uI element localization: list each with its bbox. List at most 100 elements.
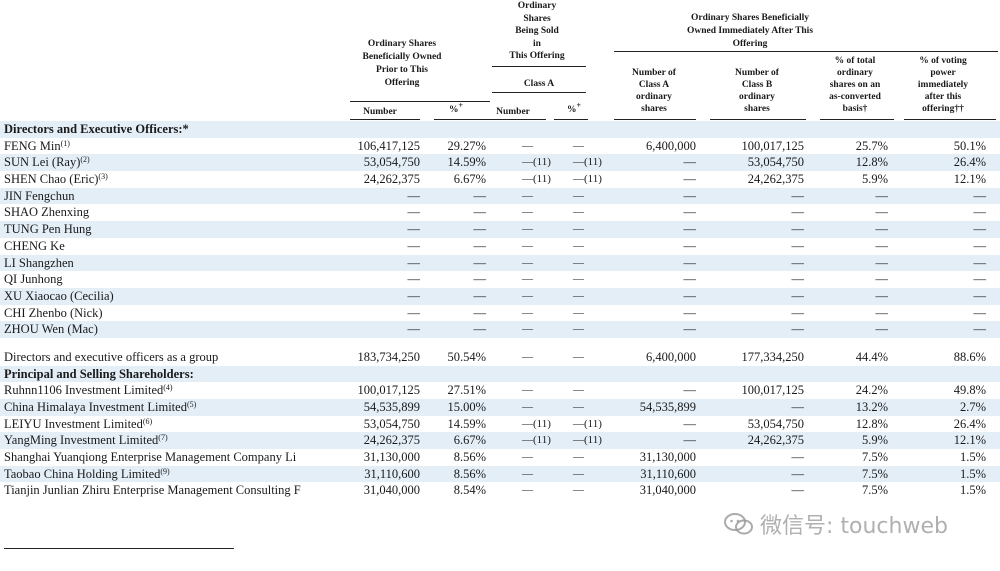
- cell-class-a: —: [683, 383, 697, 398]
- footnote-ref: (3): [98, 172, 108, 182]
- subheader-pct-total-line: shares on an: [829, 80, 881, 90]
- holder-name: Principal and Selling Shareholders:: [4, 366, 194, 381]
- cell-pct-total: 5.9%: [861, 172, 888, 187]
- cell-class-b: 100,017,125: [741, 383, 805, 398]
- holder-name: SHEN Chao (Eric)(3): [4, 172, 108, 187]
- subheader-pct-voting-line: power: [930, 68, 956, 78]
- cell-pct-total: 12.8%: [855, 155, 888, 170]
- header-after-offering: Ordinary Shares Beneficially Owned Immedi…: [640, 12, 860, 51]
- footnote-text: [4, 563, 994, 571]
- cell-pct-voting: —: [973, 272, 987, 287]
- cell-class-a: —: [683, 288, 697, 303]
- cell-pct: —: [473, 205, 487, 220]
- subheader-class-b-line: shares: [744, 104, 770, 114]
- holder-name: QI Junhong: [4, 272, 63, 287]
- table-row: JIN Fengchun — — — — — — — —: [0, 187, 1000, 205]
- cell-pct-total: 44.4%: [855, 349, 888, 364]
- cell-class-b: —: [791, 483, 805, 498]
- subheader-pct-total-line: % of total: [834, 56, 876, 66]
- cell-pct: —: [473, 222, 487, 237]
- cell-pct: 50.54%: [447, 349, 486, 364]
- cell-pct-voting: 88.6%: [953, 349, 986, 364]
- cell-pct-voting: —: [973, 205, 987, 220]
- cell-sold-pct: —: [573, 256, 584, 269]
- cell-number: 106,417,125: [357, 138, 421, 153]
- header-prior-line: Offering: [384, 78, 420, 88]
- footnote-rule: [4, 548, 234, 549]
- holder-name: CHENG Ke: [4, 238, 65, 253]
- rule-pct-voting: [904, 119, 996, 120]
- footnote-ref: (9): [160, 466, 170, 476]
- cell-sold-number: —: [522, 139, 533, 152]
- cell-pct-voting: 1.5%: [959, 483, 986, 498]
- header-prior-line: Prior to This: [376, 65, 428, 75]
- cell-pct-total: —: [875, 222, 889, 237]
- header-prior-offering: Ordinary Shares Beneficially Owned Prior t…: [350, 38, 454, 90]
- header-after-line: Ordinary Shares Beneficially: [690, 13, 810, 23]
- cell-class-a: —: [683, 416, 697, 431]
- cell-sold-pct: —(11): [573, 417, 602, 430]
- cell-class-a: —: [683, 305, 697, 320]
- cell-sold-pct: —: [573, 206, 584, 219]
- cell-sold-number: —: [522, 401, 533, 413]
- table-row: SUN Lei (Ray)(2) 53,054,750 14.59% — 53,054,…: [0, 154, 1000, 172]
- cell-class-b: 24,262,375: [747, 433, 804, 448]
- subheader-sold-pct: %+: [566, 101, 582, 116]
- subheader-number: Number: [363, 107, 397, 117]
- subheader-sold-number: Number: [496, 107, 530, 117]
- cell-pct: —: [473, 255, 487, 270]
- header-being-sold: Ordinary Shares Being Sold in This Offering: [492, 0, 582, 63]
- table-row: Taobao China Holding Limited(9) 31,110,60…: [0, 465, 1000, 483]
- subheader-pct-voting-line: offering††: [922, 104, 964, 114]
- subheader-class-b-line: ordinary: [739, 92, 775, 102]
- cell-sold-number: —: [522, 350, 533, 363]
- cell-class-b: 100,017,125: [741, 138, 805, 153]
- cell-sold-number: —(11): [522, 173, 551, 186]
- cell-pct-voting: 1.5%: [959, 466, 986, 481]
- header-rule-sold-top: [492, 66, 586, 67]
- cell-sold-number: —: [522, 289, 533, 302]
- subheader-pct-voting-line: immediately: [917, 80, 969, 90]
- cell-number: —: [407, 322, 421, 337]
- cell-pct: 29.27%: [447, 138, 486, 153]
- table-row: SHAO Zhenxing — — — — — — — —: [0, 204, 1000, 221]
- cell-pct-total: 7.5%: [861, 450, 888, 465]
- holder-name: CHI Zhenbo (Nick): [4, 305, 103, 320]
- cell-pct-total: —: [875, 255, 889, 270]
- subheader-pct-voting-line: after this: [924, 92, 962, 102]
- rule-pct: [434, 119, 490, 120]
- holder-name: LI Shangzhen: [4, 255, 74, 270]
- cell-sold-number: —: [522, 273, 533, 286]
- cell-pct-total: 12.8%: [855, 416, 888, 431]
- footnote-ref: (1): [60, 138, 70, 148]
- holder-name: SHAO Zhenxing: [4, 205, 90, 220]
- subheader-pct-total-line: ordinary: [837, 68, 873, 78]
- cell-class-a: 6,400,000: [646, 349, 696, 364]
- cell-class-b: —: [791, 322, 805, 337]
- cell-number: 53,054,750: [363, 155, 420, 170]
- cell-pct-voting: —: [973, 305, 987, 320]
- cell-sold-number: —: [522, 451, 533, 464]
- cell-sold-pct: —: [573, 467, 584, 480]
- ownership-table: Directors and Executive Officers:* FENG M…: [0, 121, 1000, 499]
- holder-name: Directors and Executive Officers:*: [4, 122, 189, 136]
- cell-sold-number: —: [522, 206, 533, 219]
- cell-sold-pct: —: [573, 306, 584, 319]
- cell-pct: —: [473, 322, 487, 337]
- cell-class-a: —: [683, 222, 697, 237]
- cell-class-a: —: [683, 238, 697, 253]
- subheader-class-a-line: Number of: [632, 68, 676, 78]
- subheader-pct-total-line: as-converted: [829, 92, 881, 102]
- cell-number: —: [407, 272, 421, 287]
- header-rule-sold: [492, 92, 586, 93]
- cell-pct-voting: 1.5%: [959, 450, 986, 465]
- cell-pct-total: 13.2%: [855, 400, 888, 414]
- cell-class-b: —: [791, 238, 805, 253]
- table-row: YangMing Investment Limited(7) 24,262,375…: [0, 432, 1000, 450]
- cell-pct: 6.67%: [453, 433, 486, 448]
- cell-sold-pct: —(11): [573, 434, 602, 447]
- table-row: ZHOU Wen (Mac) — — — — — — — —: [0, 321, 1000, 338]
- subheader-class-b-line: Number of: [735, 68, 779, 78]
- cell-pct-total: —: [875, 188, 889, 203]
- cell-sold-number: —: [522, 239, 533, 252]
